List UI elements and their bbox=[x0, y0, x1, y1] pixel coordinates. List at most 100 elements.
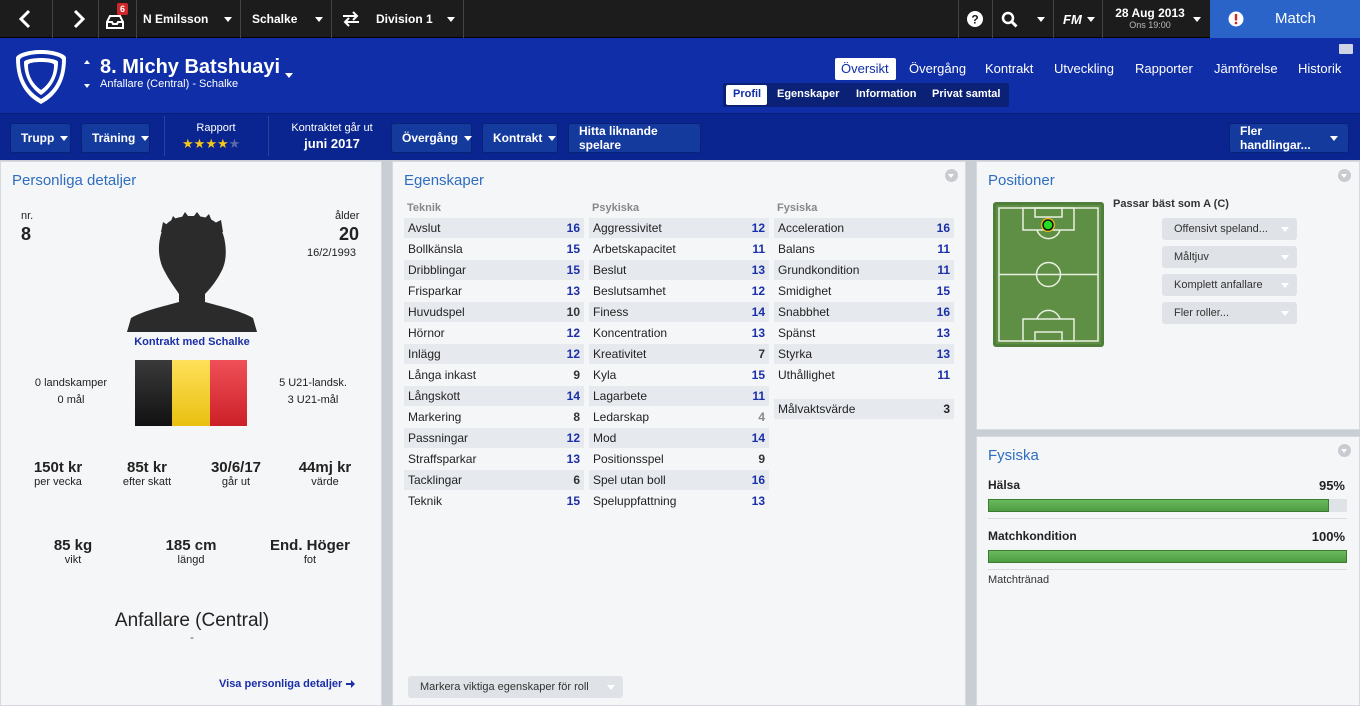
league-dropdown[interactable] bbox=[447, 0, 455, 38]
attribute-row[interactable]: Beslut 13 bbox=[589, 260, 769, 280]
panel-title[interactable]: Egenskaper bbox=[404, 172, 484, 189]
attribute-row[interactable]: Positionsspel 9 bbox=[589, 449, 769, 469]
attribute-row[interactable]: Beslutsamhet 12 bbox=[589, 281, 769, 301]
more-actions-button[interactable]: Fler handlingar... bbox=[1229, 123, 1349, 153]
attribute-row[interactable]: Finess 14 bbox=[589, 302, 769, 322]
attribute-row[interactable]: Teknik 15 bbox=[404, 491, 584, 511]
role-button[interactable]: Offensivt speland... bbox=[1162, 218, 1297, 240]
search-button[interactable] bbox=[1001, 0, 1018, 38]
player-name: 8. Michy Batshuayi bbox=[100, 56, 281, 78]
attribute-row[interactable]: Straffsparkar 13 bbox=[404, 449, 584, 469]
attribute-row[interactable]: Kreativitet 7 bbox=[589, 344, 769, 364]
attribute-row[interactable]: Styrka 13 bbox=[774, 344, 954, 364]
attribute-row[interactable]: Aggressivitet 12 bbox=[589, 218, 769, 238]
attribute-row[interactable]: Tacklingar 6 bbox=[404, 470, 584, 490]
attribute-row[interactable]: Hörnor 12 bbox=[404, 323, 584, 343]
contract-button[interactable]: Kontrakt bbox=[482, 123, 558, 153]
report-stars[interactable]: ★★★★★ bbox=[182, 136, 240, 152]
manager-dropdown[interactable] bbox=[224, 0, 232, 38]
time-label: Ons 19:00 bbox=[1129, 20, 1171, 30]
attribute-row[interactable]: Passningar 12 bbox=[404, 428, 584, 448]
search-dropdown[interactable] bbox=[1037, 0, 1045, 38]
panel-menu-icon[interactable] bbox=[1338, 444, 1351, 457]
panel-title[interactable]: Fysiska bbox=[988, 447, 1039, 464]
attribute-row[interactable]: Koncentration 13 bbox=[589, 323, 769, 343]
help-button[interactable]: ? bbox=[966, 0, 984, 38]
attribute-row[interactable]: Frisparkar 13 bbox=[404, 281, 584, 301]
subtab-attributes[interactable]: Egenskaper bbox=[777, 84, 839, 105]
role-button[interactable]: Måltjuv bbox=[1162, 246, 1297, 268]
attribute-row[interactable]: Avslut 16 bbox=[404, 218, 584, 238]
subtab-private-chat[interactable]: Privat samtal bbox=[932, 84, 1000, 105]
inbox-button[interactable]: 6 bbox=[106, 0, 132, 38]
attribute-row[interactable]: Mod 14 bbox=[589, 428, 769, 448]
positions-panel: Positioner Passar bäst som A (C) Offensi… bbox=[976, 161, 1360, 430]
tab-reports[interactable]: Rapporter bbox=[1135, 61, 1193, 76]
league-label[interactable]: Division 1 bbox=[376, 0, 433, 38]
attribute-name: Smidighet bbox=[778, 284, 832, 298]
attribute-row[interactable]: Huvudspel 10 bbox=[404, 302, 584, 322]
role-button[interactable]: Fler roller... bbox=[1162, 302, 1297, 324]
goalkeeper-rating-label: Målvaktsvärde bbox=[778, 402, 856, 416]
role-button[interactable]: Komplett anfallare bbox=[1162, 274, 1297, 296]
arrow-right-icon bbox=[346, 680, 356, 688]
attribute-name: Snabbhet bbox=[778, 305, 830, 319]
tab-transfer[interactable]: Övergång bbox=[909, 61, 966, 76]
attribute-row[interactable]: Ledarskap 4 bbox=[589, 407, 769, 427]
manager-label[interactable]: N Emilsson bbox=[143, 0, 208, 38]
attribute-row[interactable]: Inlägg 12 bbox=[404, 344, 584, 364]
panel-menu-icon[interactable] bbox=[945, 169, 958, 182]
tab-overview[interactable]: Översikt bbox=[841, 61, 889, 76]
match-button[interactable]: Match bbox=[1210, 0, 1360, 38]
game-date[interactable]: 28 Aug 2013 Ons 19:00 bbox=[1110, 6, 1190, 30]
club-label[interactable]: Schalke bbox=[252, 0, 297, 38]
attribute-row[interactable]: Markering 8 bbox=[404, 407, 584, 427]
panel-title[interactable]: Personliga detaljer bbox=[12, 172, 136, 189]
switch-button[interactable] bbox=[341, 0, 361, 38]
panel-title[interactable]: Positioner bbox=[988, 172, 1055, 189]
highlight-attributes-button[interactable]: Markera viktiga egenskaper för roll bbox=[408, 676, 623, 698]
player-menu-dropdown[interactable] bbox=[285, 67, 293, 81]
attribute-row[interactable]: Långa inkast 9 bbox=[404, 365, 584, 385]
attribute-row[interactable]: Balans 11 bbox=[774, 239, 954, 259]
view-personal-details-link[interactable]: Visa personliga detaljer bbox=[219, 678, 356, 690]
attribute-row[interactable]: Grundkondition 11 bbox=[774, 260, 954, 280]
training-button[interactable]: Träning bbox=[81, 123, 150, 153]
flag-icon[interactable] bbox=[1339, 44, 1353, 54]
next-player-icon[interactable] bbox=[84, 84, 90, 88]
attribute-row[interactable]: Dribblingar 15 bbox=[404, 260, 584, 280]
attribute-row[interactable]: Kyla 15 bbox=[589, 365, 769, 385]
attribute-row[interactable]: Speluppfattning 13 bbox=[589, 491, 769, 511]
attribute-name: Spänst bbox=[778, 326, 816, 340]
tab-history[interactable]: Historik bbox=[1298, 61, 1341, 76]
fm-menu[interactable]: FM bbox=[1063, 0, 1095, 38]
tab-contract[interactable]: Kontrakt bbox=[985, 61, 1033, 76]
attribute-row[interactable]: Lagarbete 11 bbox=[589, 386, 769, 406]
squad-button[interactable]: Trupp bbox=[10, 123, 71, 153]
attribute-row[interactable]: Uthållighet 11 bbox=[774, 365, 954, 385]
attribute-name: Inlägg bbox=[408, 347, 441, 361]
contract-with-link[interactable]: Kontrakt med Schalke bbox=[1, 336, 383, 348]
attribute-row[interactable]: Acceleration 16 bbox=[774, 218, 954, 238]
panel-menu-icon[interactable] bbox=[1338, 169, 1351, 182]
attribute-row[interactable]: Långskott 14 bbox=[404, 386, 584, 406]
prev-player-icon[interactable] bbox=[84, 60, 90, 64]
subtab-profile[interactable]: Profil bbox=[733, 84, 761, 105]
transfer-button[interactable]: Övergång bbox=[391, 123, 473, 153]
attribute-row[interactable]: Snabbhet 16 bbox=[774, 302, 954, 322]
back-button[interactable] bbox=[18, 0, 32, 38]
attribute-row[interactable]: Smidighet 15 bbox=[774, 281, 954, 301]
find-similar-button[interactable]: Hitta liknande spelare bbox=[568, 123, 701, 153]
tab-development[interactable]: Utveckling bbox=[1054, 61, 1114, 76]
attribute-row[interactable]: Spel utan boll 16 bbox=[589, 470, 769, 490]
attribute-row[interactable]: Spänst 13 bbox=[774, 323, 954, 343]
date-dropdown[interactable] bbox=[1193, 0, 1201, 38]
attribute-row[interactable]: Bollkänsla 15 bbox=[404, 239, 584, 259]
forward-button[interactable] bbox=[72, 0, 86, 38]
tab-comparison[interactable]: Jämförelse bbox=[1214, 61, 1278, 76]
attribute-row[interactable]: Arbetskapacitet 11 bbox=[589, 239, 769, 259]
club-dropdown[interactable] bbox=[315, 0, 323, 38]
pitch-diagram[interactable] bbox=[993, 202, 1104, 347]
star-icon: ★ bbox=[182, 136, 194, 151]
subtab-information[interactable]: Information bbox=[856, 84, 917, 105]
